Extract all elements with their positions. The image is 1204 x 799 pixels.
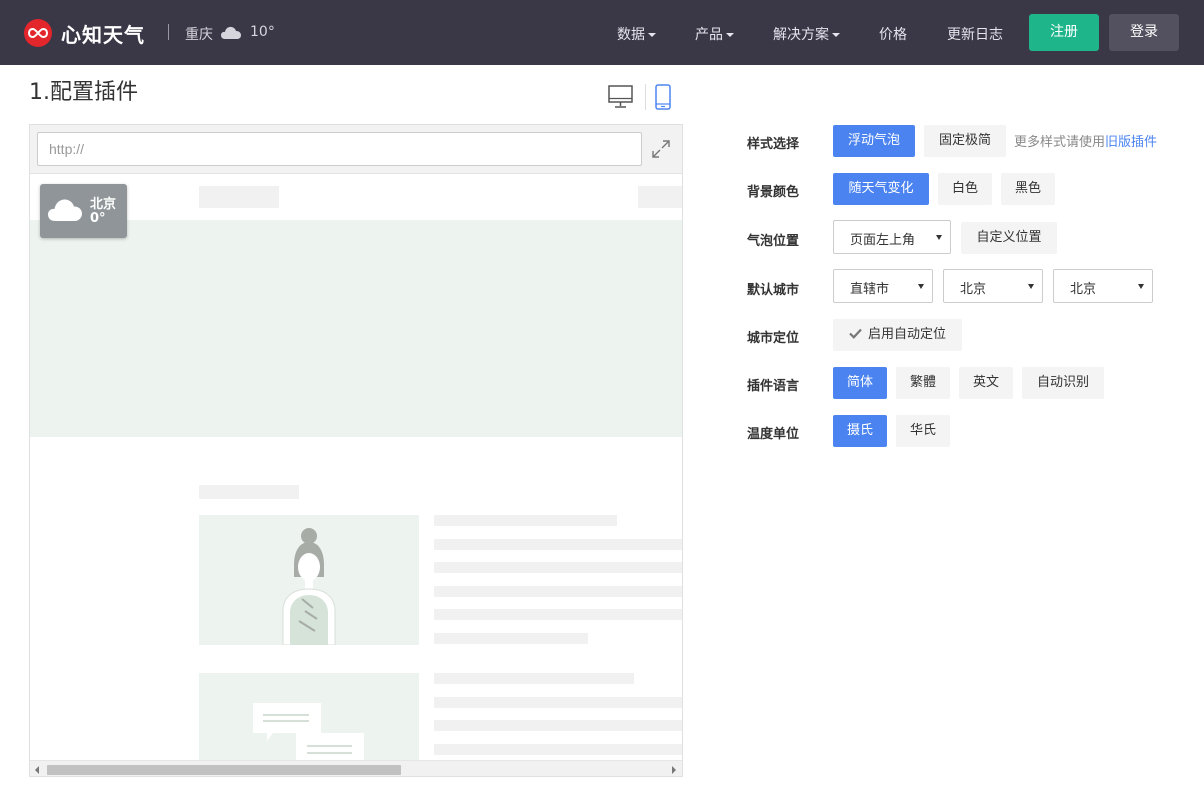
nav-data-label: 数据 xyxy=(617,27,645,43)
unit-label: 温度单位 xyxy=(747,427,800,442)
register-button[interactable]: 注册 xyxy=(1029,14,1099,51)
auto-locate-toggle[interactable]: 启用自动定位 xyxy=(833,319,962,351)
city-label: 默认城市 xyxy=(747,283,800,298)
weather-widget-bubble[interactable]: 北京 0° xyxy=(40,184,127,238)
nav-pricing-label: 价格 xyxy=(879,27,907,43)
scroll-right-arrow-icon[interactable] xyxy=(672,766,676,774)
nav-products-label: 产品 xyxy=(695,27,723,43)
nav-pricing[interactable]: 价格 xyxy=(879,24,907,44)
placeholder-line xyxy=(434,562,682,573)
top-navbar: 心知天气 重庆 10° 数据 产品 解决方案 价格 更新日志 注册 登录 xyxy=(0,0,1204,65)
page-title: 1.配置插件 xyxy=(29,80,138,105)
district-select-value: 北京 xyxy=(1070,282,1097,297)
style-floating-bubble-button[interactable]: 浮动气泡 xyxy=(833,125,915,157)
current-city: 重庆 xyxy=(185,27,213,43)
url-bar xyxy=(30,125,682,174)
placeholder-line xyxy=(434,539,682,550)
desktop-icon[interactable] xyxy=(608,85,633,109)
custom-position-button[interactable]: 自定义位置 xyxy=(961,222,1057,254)
style-fixed-minimal-button[interactable]: 固定极简 xyxy=(924,125,1006,157)
nav-changelog[interactable]: 更新日志 xyxy=(947,24,1003,44)
position-select[interactable]: 页面左上角 xyxy=(833,220,951,254)
legacy-plugin-link[interactable]: 旧版插件 xyxy=(1105,135,1157,150)
nav-changelog-label: 更新日志 xyxy=(947,27,1003,43)
widget-city: 北京 xyxy=(90,197,117,212)
scrollbar-thumb[interactable] xyxy=(47,765,401,775)
chat-bubbles-illustration-icon xyxy=(253,703,364,763)
cloud-icon xyxy=(221,26,241,39)
placeholder-line xyxy=(434,586,682,597)
placeholder-block xyxy=(199,186,279,208)
current-temp: 10° xyxy=(250,24,275,40)
style-hint-text: 更多样式请使用 xyxy=(1014,135,1106,150)
bg-weather-button[interactable]: 随天气变化 xyxy=(833,173,929,205)
province-select-value: 直辖市 xyxy=(850,282,890,297)
district-select[interactable]: 北京 xyxy=(1053,269,1153,303)
placeholder-line xyxy=(434,633,588,644)
unit-fahrenheit-button[interactable]: 华氏 xyxy=(896,415,950,447)
placeholder-image xyxy=(199,673,419,763)
nav-solutions-label: 解决方案 xyxy=(773,27,829,43)
lang-english-button[interactable]: 英文 xyxy=(959,367,1013,399)
unit-celsius-button[interactable]: 摄氏 xyxy=(833,415,887,447)
placeholder-line xyxy=(434,697,682,708)
cloud-icon xyxy=(48,199,82,221)
scroll-left-arrow-icon[interactable] xyxy=(35,766,39,774)
mobile-icon[interactable] xyxy=(655,84,671,110)
brand-name[interactable]: 心知天气 xyxy=(61,19,145,48)
caret-down-icon xyxy=(648,33,656,37)
nav-data[interactable]: 数据 xyxy=(617,24,656,44)
expand-icon[interactable] xyxy=(651,139,671,159)
nav-products[interactable]: 产品 xyxy=(695,24,734,44)
url-input[interactable] xyxy=(37,132,642,166)
widget-temp: 0° xyxy=(90,211,106,226)
placeholder-line xyxy=(434,673,634,684)
device-divider xyxy=(645,84,646,110)
horizontal-scrollbar[interactable] xyxy=(30,760,682,776)
placeholder-line xyxy=(434,609,682,620)
lang-simplified-button[interactable]: 简体 xyxy=(833,367,887,399)
placeholder-line xyxy=(434,515,617,526)
login-button[interactable]: 登录 xyxy=(1109,14,1179,51)
bg-black-button[interactable]: 黑色 xyxy=(1001,173,1055,205)
placeholder-image xyxy=(199,515,419,646)
position-label: 气泡位置 xyxy=(747,234,800,249)
select-arrow-icon xyxy=(1028,284,1034,289)
province-select[interactable]: 直辖市 xyxy=(833,269,933,303)
plugin-preview: 北京 0° xyxy=(29,124,683,777)
placeholder-block xyxy=(638,186,682,208)
style-label: 样式选择 xyxy=(747,137,800,152)
caret-down-icon xyxy=(726,33,734,37)
nav-solutions[interactable]: 解决方案 xyxy=(773,24,840,44)
locate-label: 城市定位 xyxy=(747,331,800,346)
select-arrow-icon xyxy=(936,235,942,240)
check-icon xyxy=(849,328,862,339)
select-arrow-icon xyxy=(918,284,924,289)
logo-icon[interactable] xyxy=(24,19,52,47)
placeholder-heading xyxy=(199,485,299,499)
select-arrow-icon xyxy=(1138,284,1144,289)
placeholder-banner xyxy=(30,220,682,437)
lang-auto-button[interactable]: 自动识别 xyxy=(1022,367,1104,399)
style-hint: 更多样式请使用旧版插件 xyxy=(1014,131,1157,150)
placeholder-line xyxy=(434,744,682,755)
person-illustration-icon xyxy=(282,528,336,646)
placeholder-line xyxy=(434,720,682,731)
caret-down-icon xyxy=(832,33,840,37)
auto-locate-label: 启用自动定位 xyxy=(867,327,946,342)
background-label: 背景颜色 xyxy=(747,185,800,200)
lang-traditional-button[interactable]: 繁體 xyxy=(896,367,950,399)
bg-white-button[interactable]: 白色 xyxy=(938,173,992,205)
city-select[interactable]: 北京 xyxy=(943,269,1043,303)
city-select-value: 北京 xyxy=(960,282,987,297)
divider xyxy=(168,24,169,40)
position-select-value: 页面左上角 xyxy=(850,233,916,248)
language-label: 插件语言 xyxy=(747,379,800,394)
